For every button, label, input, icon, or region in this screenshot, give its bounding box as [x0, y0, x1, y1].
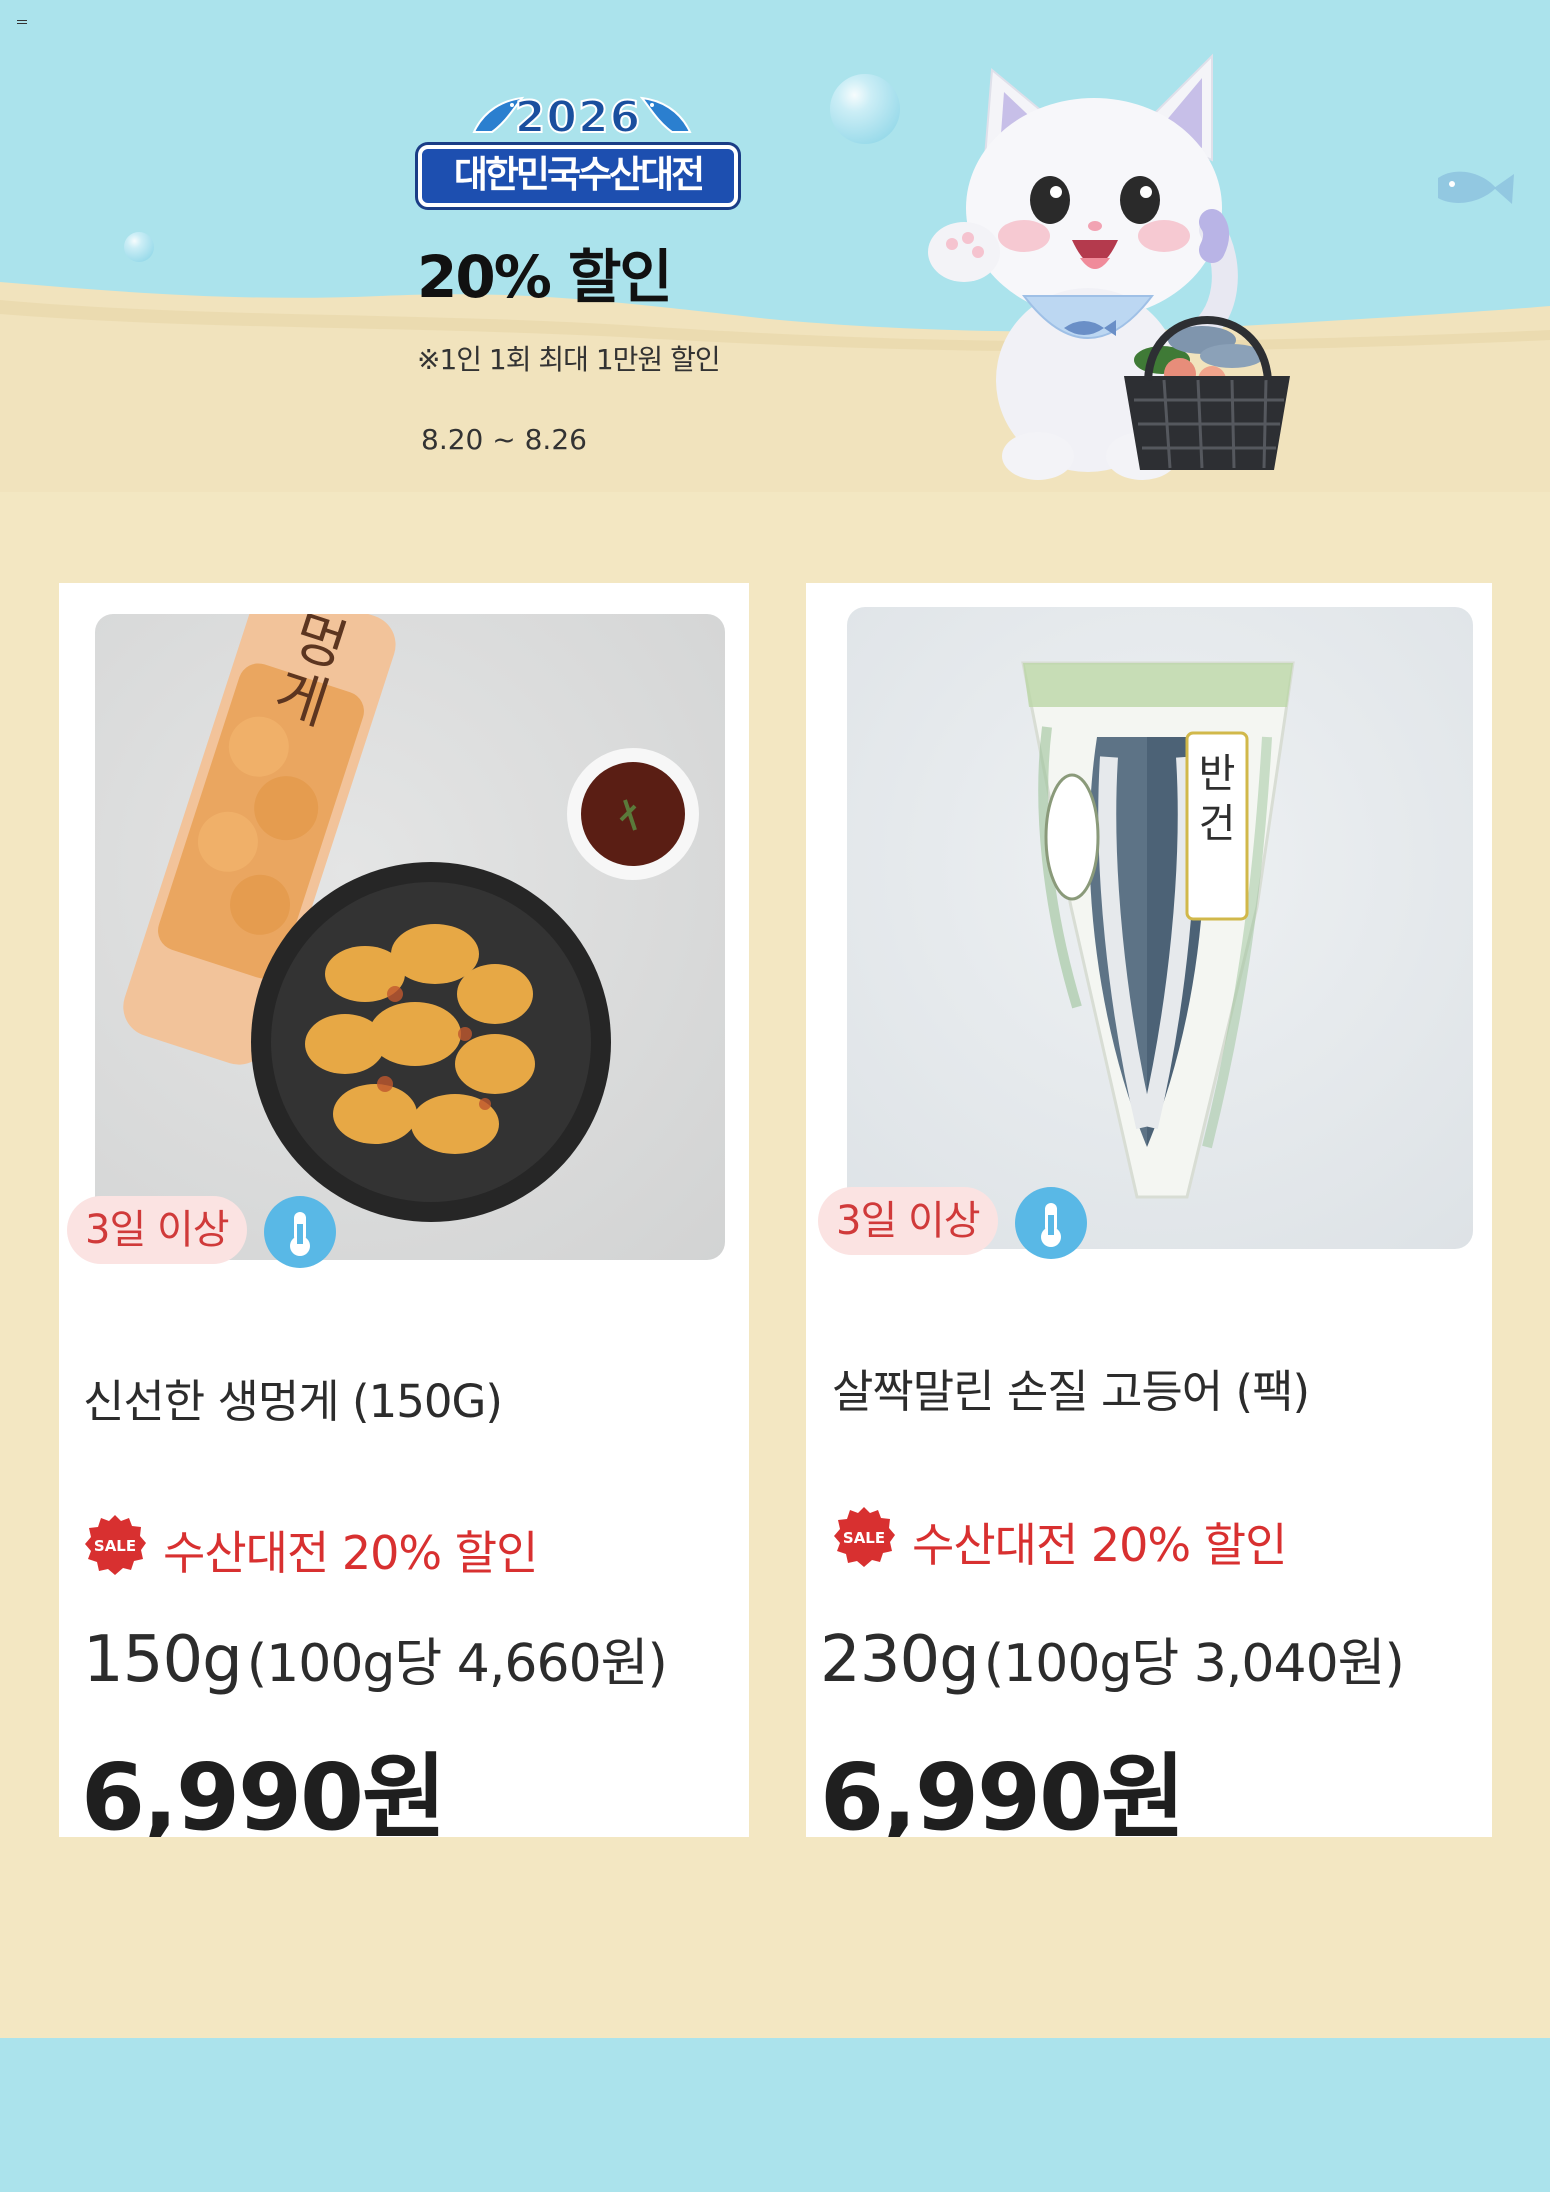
svg-text:SALE: SALE: [94, 1537, 136, 1555]
sand-background: [0, 282, 1550, 492]
product-image[interactable]: 멍 게: [95, 614, 725, 1260]
menu-icon[interactable]: [17, 20, 27, 26]
promo-text: 수산대전 20% 할인: [163, 1526, 538, 1580]
footer-band: [0, 2038, 1550, 2192]
product-name[interactable]: 살짝말린 손질 고등어 (팩): [832, 1355, 1310, 1420]
delivery-tag: 3일 이상: [818, 1187, 998, 1255]
product-price: 6,990원: [820, 1744, 1186, 1837]
svg-text:SALE: SALE: [843, 1529, 885, 1547]
fish-icon: [1438, 171, 1514, 204]
discount-title: 20% 할인: [417, 243, 673, 311]
cat-mascot: [928, 53, 1290, 480]
unit-price: 230g (100g당 3,040원): [820, 1621, 1405, 1697]
product-image[interactable]: 반 건: [847, 607, 1473, 1249]
sale-icon: SALE: [834, 1507, 895, 1567]
product-weight: 150g: [83, 1623, 243, 1697]
thermometer-icon: [264, 1196, 336, 1268]
product-card[interactable]: 멍 게 3일 이상 신선한 생멍게 (150G) SALE 수산대전 20% 할…: [59, 583, 749, 1837]
price-per-100g: (100g당 3,040원): [983, 1634, 1405, 1694]
promo-banner: 2026 대한민국수산대전 20% 할인 ※1인 1회 최대 1만원 할인 8.…: [0, 0, 1550, 492]
festival-logo: 2026 대한민국수산대전: [418, 88, 740, 218]
bubble-decoration: [830, 74, 900, 144]
package-letter: 반: [1199, 751, 1236, 797]
thermometer-icon: [1015, 1187, 1087, 1259]
product-card[interactable]: 반 건 3일 이상 살짝말린 손질 고등어 (팩) SALE 수산대전 20% …: [806, 583, 1492, 1837]
product-weight: 230g: [820, 1623, 980, 1697]
product-name[interactable]: 신선한 생멍게 (150G): [83, 1365, 503, 1430]
promo-text: 수산대전 20% 할인: [912, 1518, 1287, 1572]
dried-mackerel-image: 반 건: [1021, 661, 1295, 1199]
price-per-100g: (100g당 4,660원): [246, 1634, 668, 1694]
package-letter: 건: [1199, 801, 1236, 847]
unit-price: 150g (100g당 4,660원): [83, 1621, 668, 1697]
delivery-tag: 3일 이상: [67, 1196, 247, 1264]
event-period: 8.20 ~ 8.26: [421, 423, 587, 456]
fish-icon: [639, 96, 692, 133]
discount-note: ※1인 1회 최대 1만원 할인: [417, 343, 721, 376]
product-price: 6,990원: [81, 1744, 447, 1837]
fried-sea-squirt-image: 멍 게: [123, 614, 699, 1222]
bubble-decoration: [124, 232, 154, 262]
logo-title: 대한민국수산대전: [418, 145, 738, 207]
sale-icon: SALE: [85, 1515, 146, 1575]
